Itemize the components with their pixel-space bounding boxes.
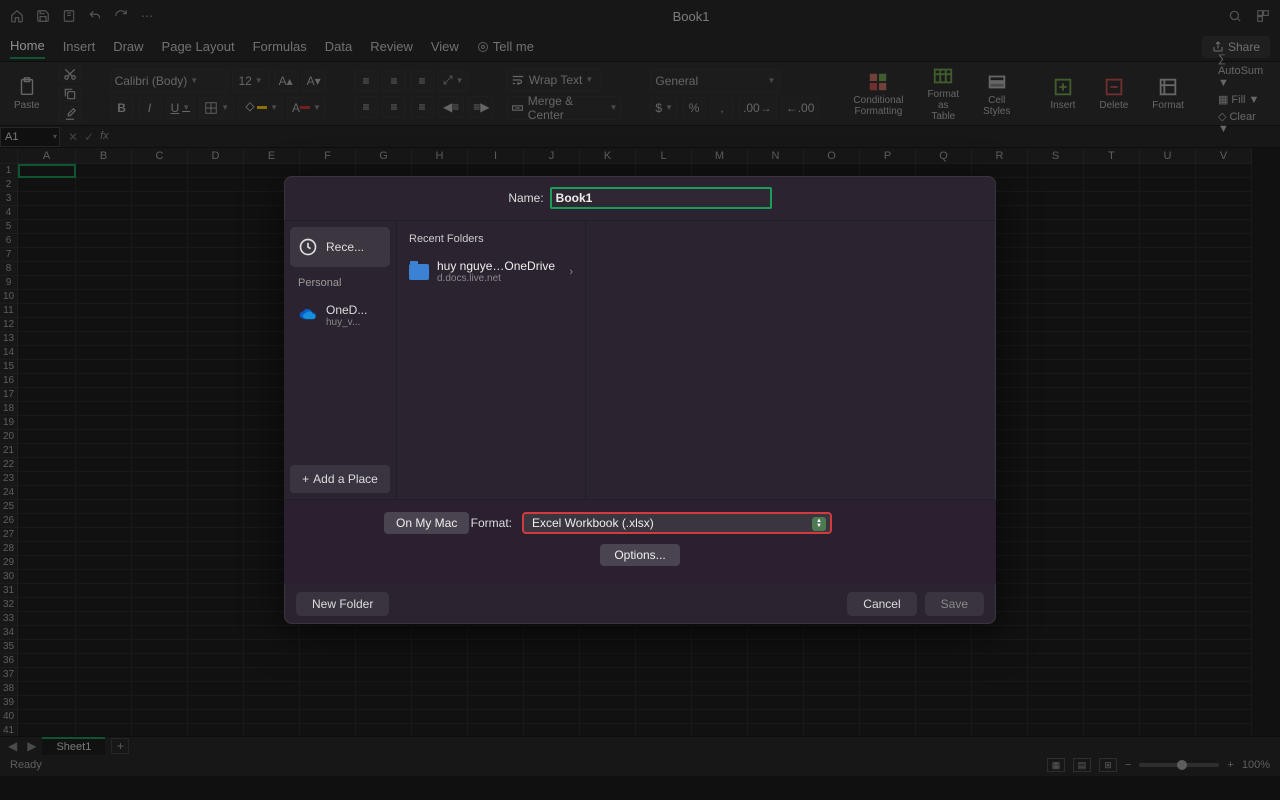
recent-folders-header: Recent Folders — [401, 229, 581, 253]
sidebar-personal-label: Personal — [290, 271, 390, 291]
folder-icon — [409, 264, 429, 280]
clock-icon — [298, 237, 318, 257]
save-sidebar: Rece... Personal OneD... huy_v... + Add … — [284, 221, 396, 499]
folder-contents-pane — [586, 221, 996, 499]
sidebar-item-onedrive[interactable]: OneD... huy_v... — [290, 295, 390, 335]
save-button[interactable]: Save — [925, 592, 984, 616]
name-label: Name: — [508, 191, 543, 205]
options-button[interactable]: Options... — [600, 544, 679, 566]
plus-icon: + — [302, 472, 309, 486]
recent-folders-pane: Recent Folders huy nguye…OneDrive d.docs… — [396, 221, 586, 499]
file-format-select[interactable]: Excel Workbook (.xlsx) ▲▼ — [522, 512, 832, 534]
recent-folder-item[interactable]: huy nguye…OneDrive d.docs.live.net › — [401, 253, 581, 290]
new-folder-button[interactable]: New Folder — [296, 592, 389, 616]
sidebar-item-recent[interactable]: Rece... — [290, 227, 390, 267]
add-place-button[interactable]: + Add a Place — [290, 465, 390, 493]
on-my-mac-button[interactable]: On My Mac — [384, 512, 469, 534]
chevron-right-icon: › — [569, 266, 573, 278]
onedrive-icon — [298, 305, 318, 325]
filename-input[interactable] — [550, 187, 772, 209]
save-dialog: Name: Rece... Personal OneD... huy_v... … — [284, 176, 996, 624]
select-caret-icon: ▲▼ — [812, 517, 826, 531]
cancel-button[interactable]: Cancel — [847, 592, 916, 616]
